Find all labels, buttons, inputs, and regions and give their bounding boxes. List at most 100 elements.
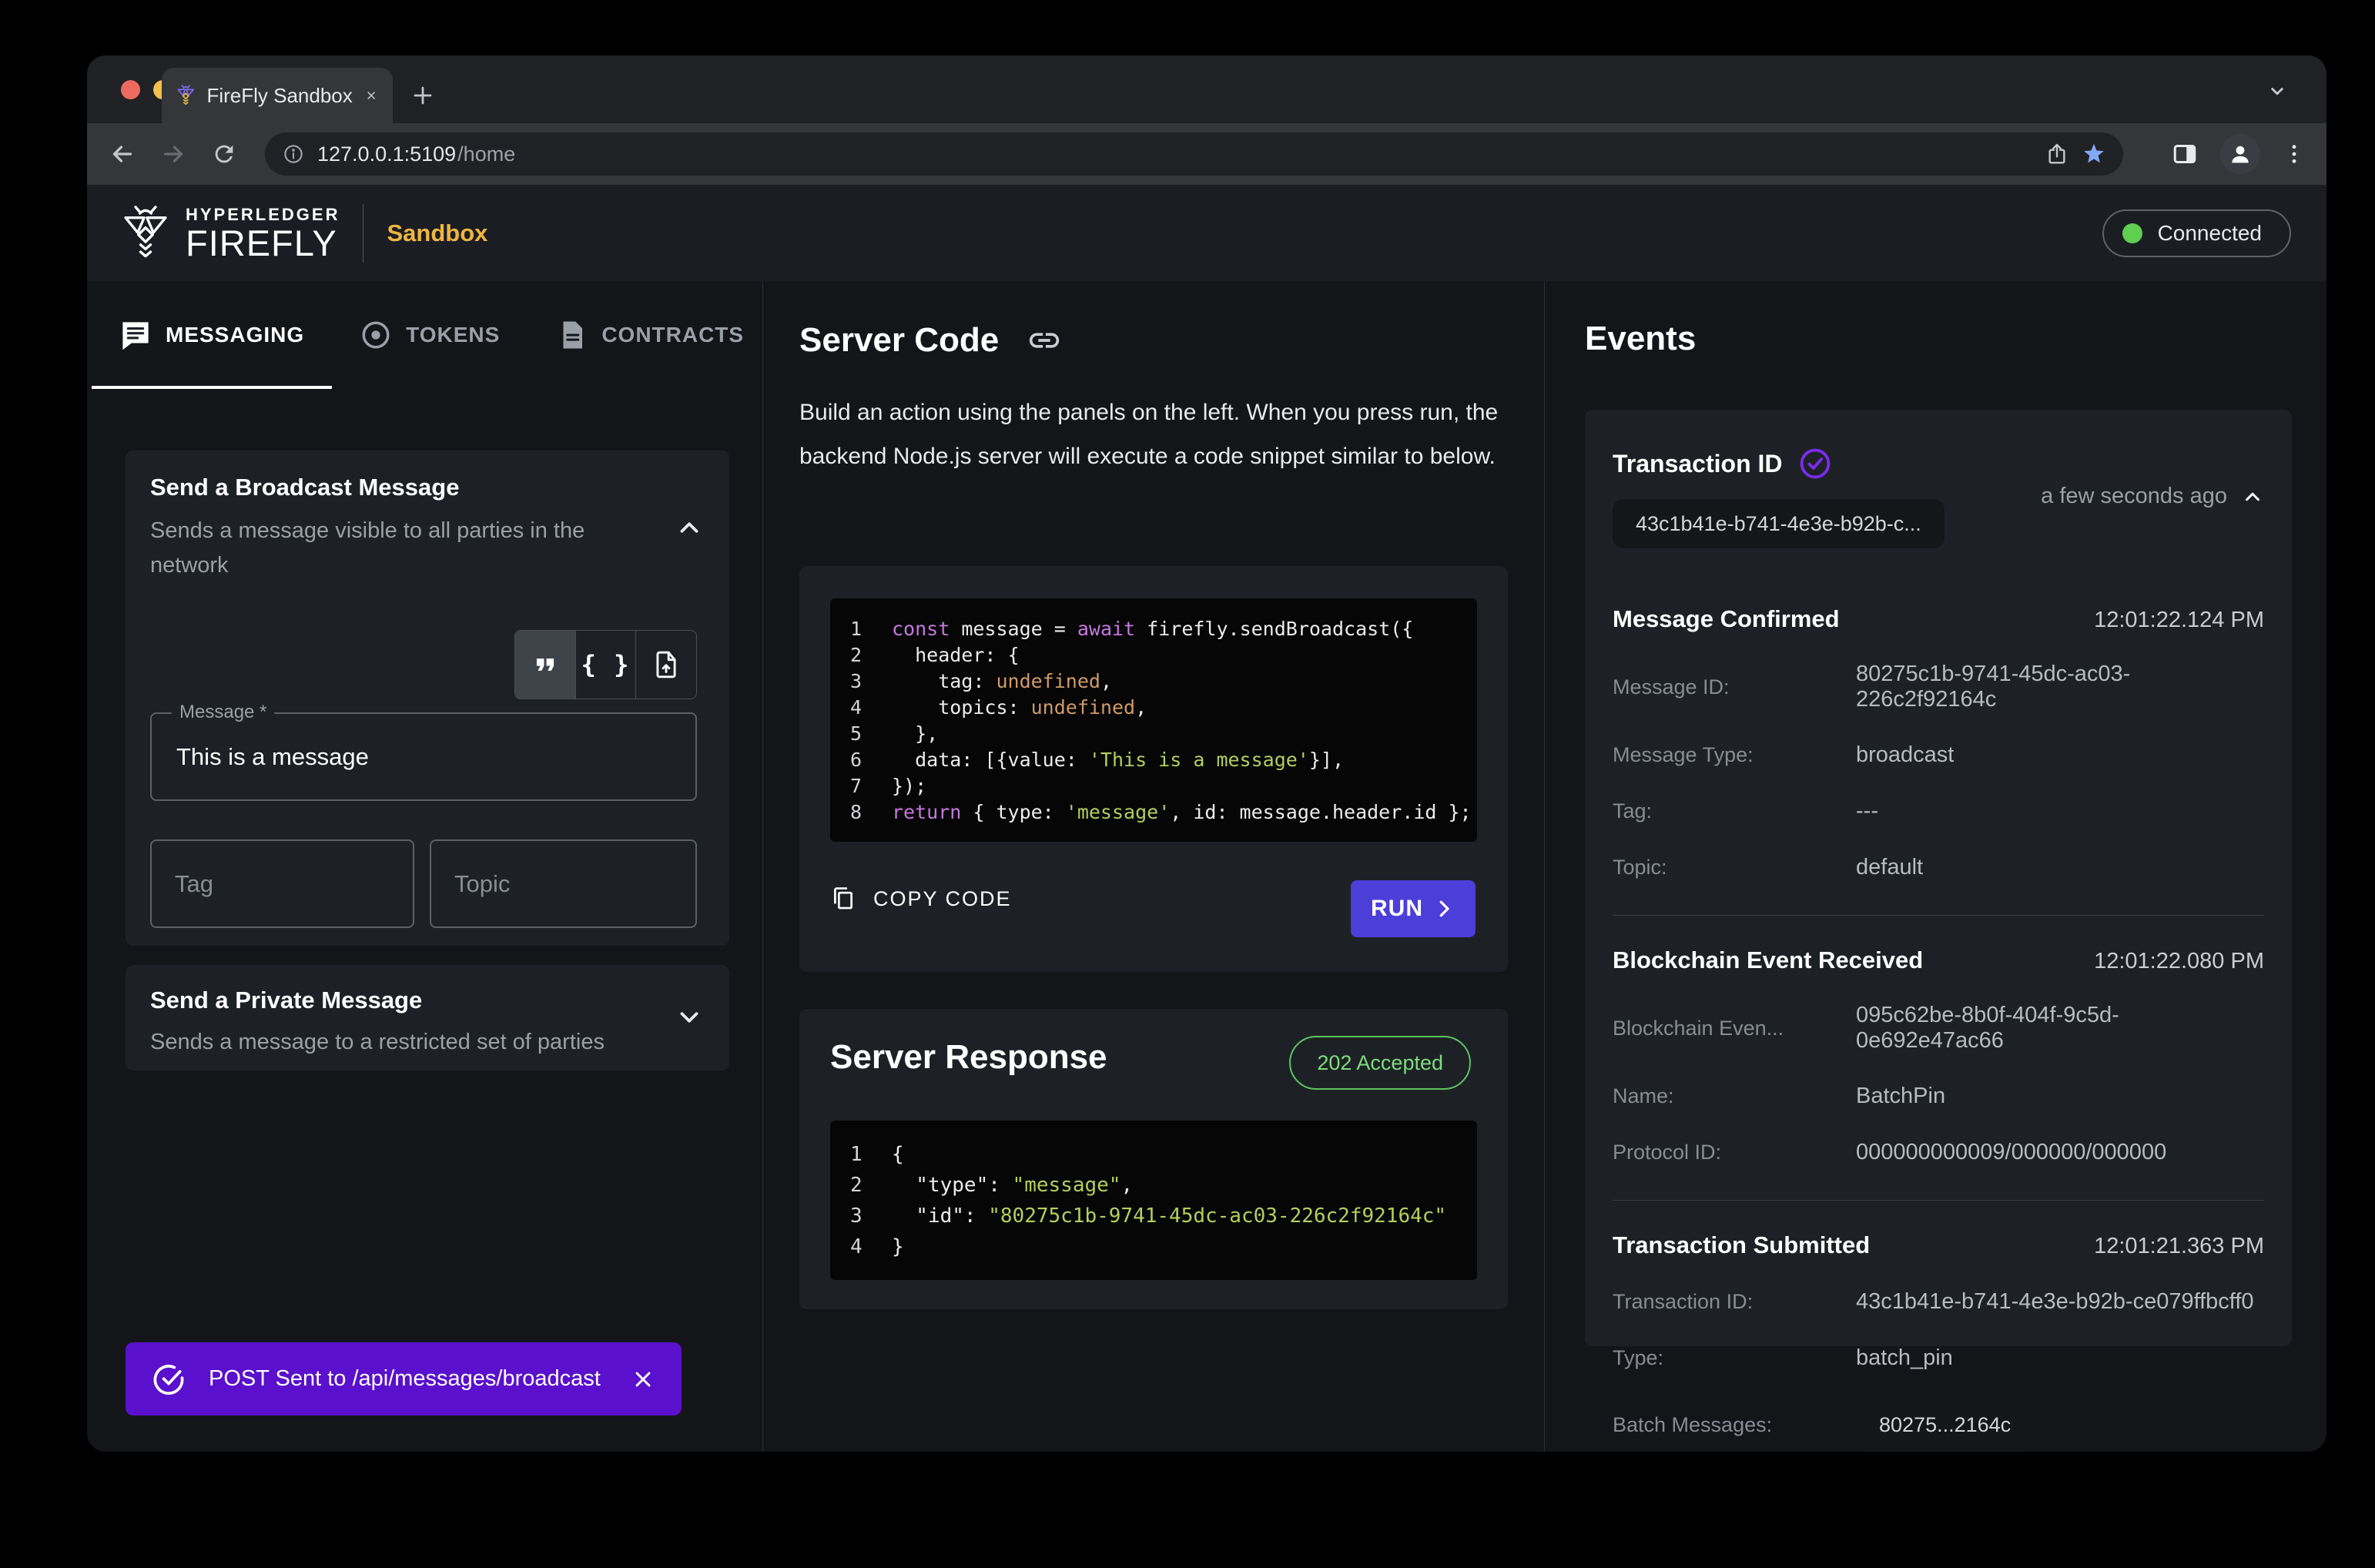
post-sent-toast: POST Sent to /api/messages/broadcast [126, 1342, 682, 1416]
event-sections: Message Confirmed 12:01:22.124 PM Message … [1613, 595, 2264, 1449]
tab-tokens-label: TOKENS [406, 323, 501, 347]
line-number: 2 [850, 1174, 863, 1197]
code-line: 3 "id": "80275c1b-9741-45dc-ac03-226c2f9… [850, 1204, 1447, 1228]
event-section-header: Transaction Submitted 12:01:21.363 PM [1613, 1231, 2264, 1259]
firefly-logo-icon [124, 205, 167, 257]
response-status-badge: 202 Accepted [1289, 1036, 1471, 1090]
toast-message: POST Sent to /api/messages/broadcast [209, 1366, 601, 1391]
tab-messaging-label: MESSAGING [166, 323, 305, 347]
event-detail-label: Message Type: [1613, 742, 1754, 766]
event-detail-label: Batch Messages: [1613, 1412, 1773, 1436]
back-arrow-icon [112, 146, 132, 162]
browser-menu-icon[interactable] [2282, 142, 2306, 166]
reload-icon [215, 145, 233, 163]
line-number: 5 [850, 722, 863, 745]
message-field[interactable]: Message * This is a message [150, 702, 697, 801]
chevron-down-icon [2271, 88, 2283, 95]
event-detail-chip[interactable]: 80275...2164c [1856, 1400, 2035, 1449]
url-bar[interactable]: 127.0.0.1:5109 /home [265, 132, 2123, 176]
connection-status-badge: Connected [2102, 209, 2291, 257]
contracts-icon [563, 321, 583, 349]
check-circle-icon [153, 1364, 184, 1395]
event-detail-row: Blockchain Even... 095c62be-8b0f-404f-9c5… [1613, 1003, 2264, 1054]
toolbar-right-actions [2171, 134, 2306, 174]
forward-button[interactable] [155, 136, 192, 173]
events-card: Transaction ID a few seconds ago 43c1b41… [1585, 410, 2292, 1449]
brand-wordmark: HYPERLEDGER FIREFLY [186, 205, 340, 261]
firefly-favicon-icon [177, 85, 194, 106]
tab-contracts-label: CONTRACTS [601, 323, 745, 347]
code-line: 4 topics: undefined, [850, 695, 1147, 719]
url-host: 127.0.0.1:5109 [317, 142, 457, 166]
events-group-meta[interactable]: a few seconds ago [2041, 484, 2264, 509]
tab-tokens[interactable]: TOKENS [332, 281, 528, 389]
page-content: MESSAGING TOKENS CONTRACTS Send a Broadc… [87, 281, 2326, 1452]
json-message-toggle[interactable]: { } [576, 631, 637, 699]
quote-icon [536, 658, 554, 671]
server-response-block: 1{ 2 "type": "message", 3 "id": "80275c1b-… [830, 1121, 1477, 1280]
line-number: 7 [850, 774, 863, 797]
line-number: 3 [850, 1204, 863, 1228]
code-line: 1{ [850, 1143, 904, 1166]
server-response-title: Server Response [830, 1038, 1107, 1076]
plus-icon [414, 86, 432, 105]
event-section-title: Blockchain Event Received [1613, 946, 1924, 973]
event-section-header: Message Confirmed 12:01:22.124 PM [1613, 605, 2264, 633]
broadcast-collapse-button[interactable] [672, 511, 706, 544]
upload-file-icon [656, 651, 676, 678]
new-tab-button[interactable] [404, 77, 441, 114]
broadcast-card-subtitle: Sends a message visible to all parties i… [150, 518, 585, 578]
tab-search-button[interactable] [2259, 72, 2296, 109]
private-message-card: Send a Private Message Sends a message t… [126, 965, 729, 1070]
file-upload-toggle[interactable] [636, 631, 696, 699]
event-detail-value: BatchPin [1856, 1083, 1946, 1108]
event-section-header: Blockchain Event Received 12:01:22.080 PM [1613, 946, 2264, 974]
event-detail-row: Name: BatchPin [1613, 1082, 2264, 1110]
topic-field[interactable]: Topic [430, 839, 697, 928]
code-line: 2 "type": "message", [850, 1174, 1134, 1197]
tab-messaging[interactable]: MESSAGING [92, 281, 333, 389]
run-button[interactable]: RUN [1351, 880, 1476, 937]
private-expand-button[interactable] [672, 1000, 706, 1034]
browser-tab[interactable]: FireFly Sandbox [162, 68, 393, 123]
close-window-button[interactable] [121, 80, 140, 99]
reload-button[interactable] [206, 136, 243, 173]
code-line: 6 data: [{value: 'This is a message'}], [850, 748, 1345, 771]
share-icon[interactable] [2045, 142, 2069, 166]
server-response-card: Server Response 202 Accepted 1{ 2 "type":… [799, 1009, 1508, 1309]
event-detail-label: Message ID: [1613, 675, 1730, 699]
section-tabs: MESSAGING TOKENS CONTRACTS [87, 281, 762, 389]
tag-field[interactable]: Tag [150, 839, 414, 928]
site-info-icon[interactable] [282, 142, 305, 166]
line-number: 4 [850, 1235, 863, 1258]
copy-code-button[interactable]: COPY CODE [830, 886, 1012, 912]
link-icon[interactable] [1027, 323, 1062, 358]
event-detail-value: 43c1b41e-b741-4e3e-b92b-ce079ffbcff0 [1856, 1288, 2254, 1314]
copy-code-label: COPY CODE [873, 886, 1012, 910]
line-number: 8 [850, 800, 863, 823]
brand-name-text: FIREFLY [186, 223, 337, 263]
server-code-panel: Server Code Build an action using the pa… [763, 281, 1544, 1452]
forward-arrow-icon [163, 146, 183, 162]
event-section-time: 12:01:22.080 PM [2094, 949, 2264, 973]
transaction-id-chip[interactable]: 43c1b41e-b741-4e3e-b92b-c... [1613, 499, 1945, 548]
back-button[interactable] [104, 136, 141, 173]
event-detail-row: Protocol ID: 000000000009/000000/000000 [1613, 1138, 2264, 1166]
tab-close-icon[interactable] [365, 85, 377, 106]
event-detail-row: Batch Messages: 80275...2164c [1613, 1400, 2264, 1449]
left-panel: MESSAGING TOKENS CONTRACTS Send a Broadc… [87, 281, 762, 1452]
code-line: 3 tag: undefined, [850, 669, 1112, 692]
copy-icon [834, 887, 853, 910]
string-message-toggle[interactable] [515, 631, 576, 699]
tab-contracts[interactable]: CONTRACTS [528, 281, 772, 389]
bookmark-star-icon[interactable] [2082, 142, 2106, 166]
toast-close-icon[interactable] [631, 1367, 655, 1392]
event-detail-label: Blockchain Even... [1613, 1016, 1784, 1040]
event-detail-value: batch_pin [1856, 1345, 1953, 1370]
profile-button[interactable] [2220, 134, 2260, 174]
tag-field-placeholder: Tag [175, 869, 213, 897]
private-card-subtitle: Sends a message to a restricted set of p… [150, 1030, 605, 1054]
broadcast-message-card: Send a Broadcast Message Sends a message… [126, 451, 729, 946]
side-panel-icon[interactable] [2171, 140, 2199, 168]
line-number: 6 [850, 748, 863, 771]
